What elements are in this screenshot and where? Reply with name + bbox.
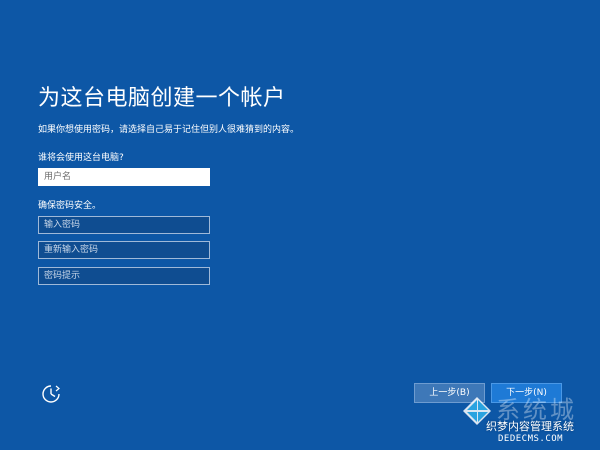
username-input[interactable] xyxy=(38,168,210,186)
who-will-use-label: 谁将会使用这台电脑? xyxy=(38,153,124,163)
page-title: 为这台电脑创建一个帐户 xyxy=(38,86,286,111)
page-subtitle: 如果你想使用密码，请选择自己易于记住但别人很难猜到的内容。 xyxy=(38,125,300,135)
back-button[interactable]: 上一步(B) xyxy=(414,383,485,403)
secure-password-label: 确保密码安全。 xyxy=(38,201,102,211)
oobe-screen: 为这台电脑创建一个帐户 如果你想使用密码，请选择自己易于记住但别人很难猜到的内容… xyxy=(0,0,600,450)
watermark-url: DEDECMS.COM xyxy=(498,434,564,444)
next-button[interactable]: 下一步(N) xyxy=(491,383,562,403)
password-input[interactable] xyxy=(38,216,210,234)
ease-of-access-icon[interactable] xyxy=(40,383,62,405)
watermark-cms-text: 织梦内容管理系统 xyxy=(486,420,574,433)
confirm-password-input[interactable] xyxy=(38,241,210,259)
password-hint-input[interactable] xyxy=(38,267,210,285)
